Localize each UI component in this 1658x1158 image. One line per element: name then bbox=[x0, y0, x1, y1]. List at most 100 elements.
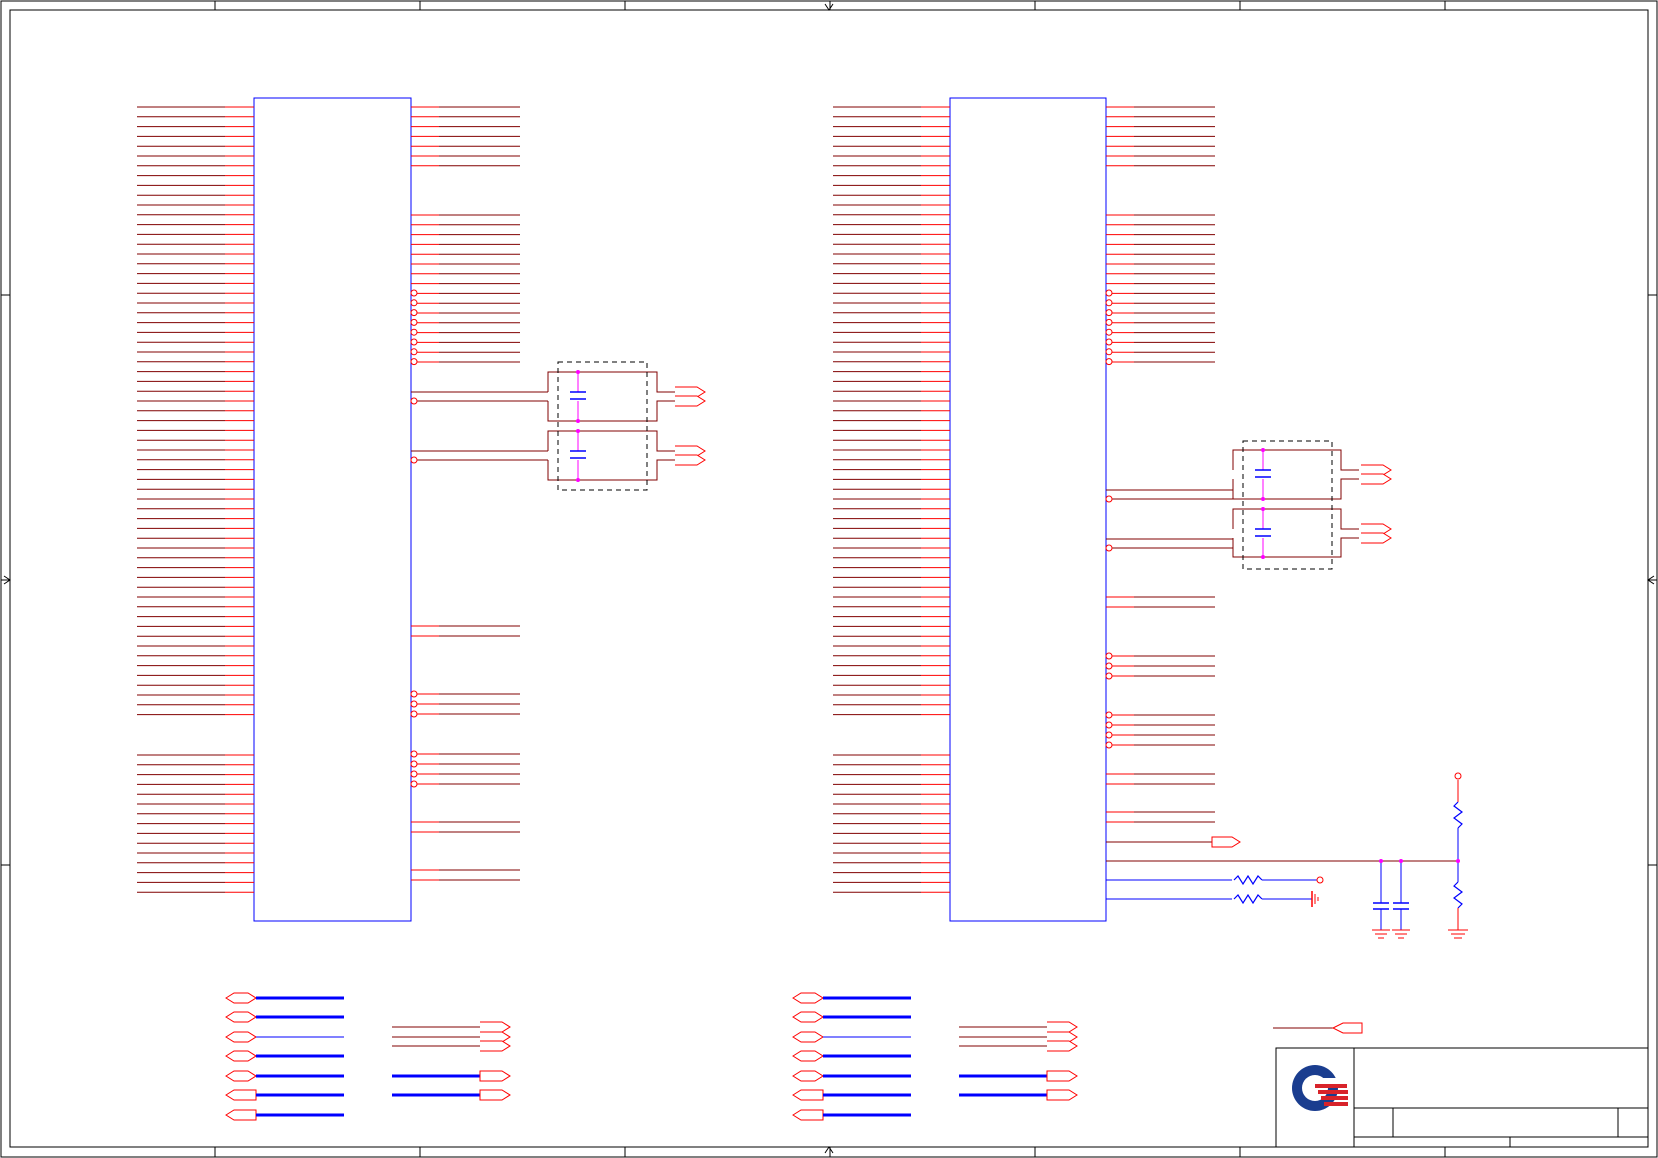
inverted-pin-bubble bbox=[410, 750, 418, 758]
filter-wire bbox=[547, 400, 675, 422]
junction-dot bbox=[576, 429, 580, 433]
inverted-pin-bubble bbox=[1105, 358, 1113, 366]
bidirectional-bus-port bbox=[792, 1011, 824, 1023]
inverted-pin-bubble bbox=[1105, 662, 1113, 670]
output-port-connector bbox=[675, 454, 706, 466]
title-block bbox=[1275, 1047, 1649, 1148]
inverted-pin-bubble bbox=[1105, 289, 1113, 297]
output-port-connector bbox=[1211, 836, 1241, 848]
bidirectional-bus-port bbox=[225, 1031, 257, 1043]
inverted-pin-bubble bbox=[1105, 495, 1113, 503]
inverted-pin-bubble bbox=[410, 397, 418, 405]
inverted-pin-bubble bbox=[1105, 338, 1113, 346]
input-bus-port bbox=[792, 1109, 824, 1121]
input-bus-port bbox=[792, 1089, 824, 1101]
ic-chip-left bbox=[137, 97, 548, 922]
bidirectional-bus-port bbox=[225, 992, 257, 1004]
inverted-pin-bubble bbox=[1105, 299, 1113, 307]
ic-chip-left-body bbox=[253, 97, 412, 922]
ic-chip-right-left-pins bbox=[833, 106, 950, 893]
inverted-pin-bubble bbox=[410, 770, 418, 778]
resistor bbox=[1453, 881, 1463, 909]
capacitor-filter-blocks bbox=[547, 361, 1392, 570]
junction-dot bbox=[1399, 859, 1403, 863]
zone-arrow bbox=[824, 3, 834, 11]
inverted-pin-bubble bbox=[410, 309, 418, 317]
inverted-pin-bubble bbox=[1105, 721, 1113, 729]
junction-dot bbox=[576, 370, 580, 374]
zone-arrow bbox=[824, 1146, 834, 1154]
junction-dot bbox=[1261, 448, 1265, 452]
bidirectional-bus-port bbox=[792, 1031, 824, 1043]
bidirectional-bus-port bbox=[792, 1070, 824, 1082]
output-port-connector bbox=[1047, 1021, 1078, 1033]
ic-chip-right-right-pins bbox=[1105, 106, 1233, 823]
output-port-connector bbox=[1361, 473, 1392, 485]
inverted-pin-bubble bbox=[1105, 672, 1113, 680]
inverted-pin-bubble bbox=[1105, 309, 1113, 317]
junction-dot bbox=[1456, 859, 1460, 863]
output-port-connector bbox=[480, 1040, 511, 1052]
power-rail-symbol bbox=[1454, 772, 1462, 780]
inverted-pin-bubble bbox=[1105, 731, 1113, 739]
input-bus-port bbox=[225, 1089, 257, 1101]
input-port-connector bbox=[1331, 1022, 1363, 1034]
inverted-pin-bubble bbox=[410, 358, 418, 366]
test-point bbox=[1316, 876, 1324, 884]
output-bus-port bbox=[1046, 1070, 1078, 1082]
filter-wire bbox=[547, 430, 675, 452]
resistor-capacitor-network bbox=[1106, 772, 1468, 939]
junction-dot bbox=[1379, 859, 1383, 863]
bidirectional-bus-port bbox=[225, 1070, 257, 1082]
ic-chip-left-right-pins bbox=[410, 106, 548, 881]
junction-dot bbox=[1261, 555, 1265, 559]
output-port-connector bbox=[675, 395, 706, 407]
inverted-pin-bubble bbox=[410, 338, 418, 346]
resistor bbox=[1233, 874, 1263, 886]
outer-border bbox=[0, 0, 1658, 1158]
bidirectional-bus-port bbox=[792, 992, 824, 1004]
filter-boundary bbox=[1242, 440, 1333, 570]
bus-connectors bbox=[225, 992, 1363, 1121]
filter-wire bbox=[1232, 537, 1359, 558]
resistor bbox=[1233, 893, 1263, 905]
inverted-pin-bubble bbox=[410, 760, 418, 768]
filter-boundary bbox=[557, 361, 648, 491]
inverted-pin-bubble bbox=[410, 348, 418, 356]
filter-wire bbox=[547, 371, 675, 393]
bidirectional-bus-port bbox=[225, 1011, 257, 1023]
junction-dot bbox=[576, 419, 580, 423]
output-bus-port bbox=[479, 1089, 511, 1101]
inverted-pin-bubble bbox=[1105, 741, 1113, 749]
input-bus-port bbox=[225, 1109, 257, 1121]
company-logo bbox=[1292, 1065, 1348, 1111]
filter-wire bbox=[547, 459, 675, 481]
inverted-pin-bubble bbox=[410, 700, 418, 708]
inverted-pin-bubble bbox=[1105, 318, 1113, 326]
junction-dot bbox=[1261, 497, 1265, 501]
junction-dot bbox=[576, 478, 580, 482]
ic-chip-right bbox=[833, 97, 1233, 922]
inverted-pin-bubble bbox=[410, 710, 418, 718]
inverted-pin-bubble bbox=[410, 690, 418, 698]
inverted-pin-bubble bbox=[1105, 348, 1113, 356]
output-port-connector bbox=[1361, 532, 1392, 544]
inverted-pin-bubble bbox=[410, 456, 418, 464]
bidirectional-bus-port bbox=[792, 1050, 824, 1062]
inverted-pin-bubble bbox=[410, 299, 418, 307]
filter-wire bbox=[1232, 478, 1359, 500]
junction-dot bbox=[1261, 507, 1265, 511]
inverted-pin-bubble bbox=[1105, 711, 1113, 719]
resistor bbox=[1453, 801, 1463, 829]
inverted-pin-bubble bbox=[410, 328, 418, 336]
inverted-pin-bubble bbox=[410, 289, 418, 297]
output-bus-port bbox=[479, 1070, 511, 1082]
inverted-pin-bubble bbox=[1105, 652, 1113, 660]
schematic-sheet bbox=[0, 0, 1658, 1158]
filter-wire bbox=[1232, 449, 1359, 471]
output-port-connector bbox=[1047, 1040, 1078, 1052]
zone-markers bbox=[1, 1, 1657, 1157]
output-port-connector bbox=[480, 1021, 511, 1033]
inner-border bbox=[9, 9, 1649, 1148]
drawing-frame bbox=[0, 0, 1658, 1158]
